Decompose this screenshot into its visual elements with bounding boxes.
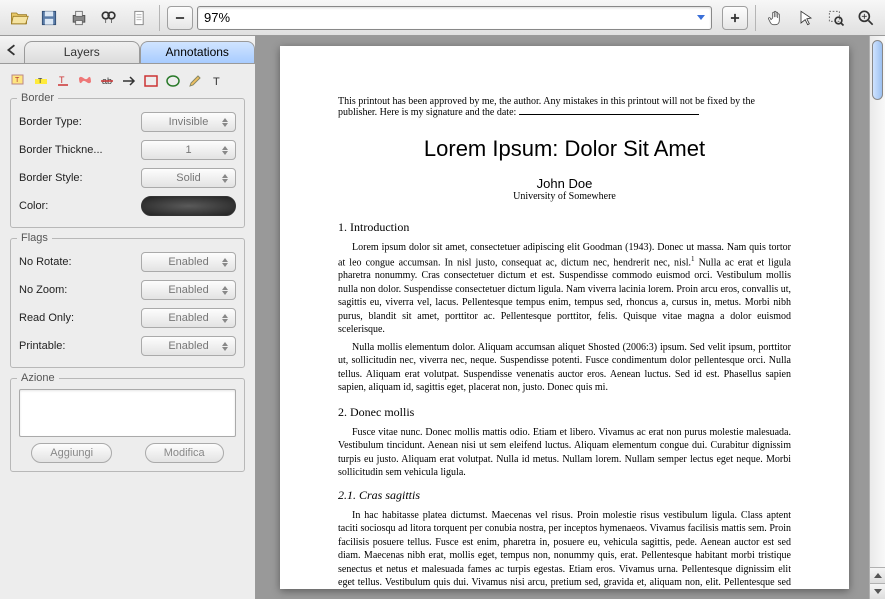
paragraph: Lorem ipsum dolor sit amet, consectetuer… [338,241,791,337]
border-type-select[interactable]: Invisible [141,112,236,132]
pan-tool-button[interactable] [763,5,789,31]
scroll-up-button[interactable] [870,567,885,583]
paragraph: In hac habitasse platea dictumst. Maecen… [338,509,791,589]
no-rotate-label: No Rotate: [19,256,72,268]
doc-title: Lorem Ipsum: Dolor Sit Amet [338,136,791,162]
zoom-combo[interactable]: 97% [197,6,712,30]
printable-select[interactable]: Enabled [141,336,236,356]
pdf-page: This printout has been approved by me, t… [280,46,849,589]
aggiungi-button[interactable]: Aggiungi [31,443,112,463]
no-zoom-label: No Zoom: [19,284,67,296]
strikeout-tool[interactable]: ab [98,72,116,90]
tab-layers[interactable]: Layers [24,41,140,63]
read-only-label: Read Only: [19,312,74,324]
border-thickness-label: Border Thickne... [19,144,103,156]
single-page-button[interactable] [126,5,152,31]
paragraph: Nulla mollis elementum dolor. Aliquam ac… [338,341,791,395]
arrow-tool[interactable] [120,72,138,90]
border-style-label: Border Style: [19,172,83,184]
scroll-down-button[interactable] [870,583,885,599]
azione-textarea[interactable] [19,389,236,437]
flags-group: Flags No Rotate:Enabled No Zoom:Enabled … [10,238,245,368]
border-color-swatch[interactable] [141,196,236,216]
marquee-zoom-button[interactable] [823,5,849,31]
read-only-select[interactable]: Enabled [141,308,236,328]
underline-tool[interactable]: T [54,72,72,90]
tab-annotations[interactable]: Annotations [140,41,256,63]
heading-donec: 2. Donec mollis [338,405,791,420]
free-text-tool[interactable]: T [208,72,226,90]
signature-line [519,114,699,115]
zoom-value: 97% [204,10,230,25]
zoom-in-button[interactable] [722,6,748,30]
highlight-tool[interactable]: T [32,72,50,90]
no-rotate-select[interactable]: Enabled [141,252,236,272]
document-viewport[interactable]: This printout has been approved by me, t… [256,36,885,599]
pencil-tool[interactable] [186,72,204,90]
paragraph: Fusce vitae nunc. Donec mollis mattis od… [338,426,791,480]
svg-text:T: T [38,78,43,85]
sidebar-tabs: Layers Annotations [0,36,255,64]
loupe-button[interactable] [853,5,879,31]
print-button[interactable] [66,5,92,31]
squiggly-tool[interactable] [76,72,94,90]
svg-text:T: T [15,77,20,84]
open-button[interactable] [6,5,32,31]
heading-cras: 2.1. Cras sagittis [338,488,791,503]
printable-label: Printable: [19,340,65,352]
border-thickness-select[interactable]: 1 [141,140,236,160]
heading-intro: 1. Introduction [338,220,791,235]
main-toolbar: 97% [0,0,885,36]
oval-tool[interactable] [164,72,182,90]
border-group: Border Border Type: Invisible Border Thi… [10,98,245,228]
sidebar: Layers Annotations T T T ab T Border Bor… [0,36,256,599]
vertical-scrollbar[interactable] [869,36,885,599]
approval-note: This printout has been approved by me, t… [338,96,791,118]
zoom-out-button[interactable] [167,6,193,30]
svg-text:T: T [59,75,65,85]
border-color-label: Color: [19,200,48,212]
select-tool-button[interactable] [793,5,819,31]
find-button[interactable] [96,5,122,31]
modifica-button[interactable]: Modifica [145,443,224,463]
border-type-label: Border Type: [19,116,82,128]
svg-text:T: T [213,76,220,88]
doc-affiliation: University of Somewhere [338,191,791,202]
document-area: This printout has been approved by me, t… [256,36,885,599]
scrollbar-thumb[interactable] [872,40,883,100]
separator [755,5,756,31]
azione-legend: Azione [17,372,59,384]
text-annotation-tool[interactable]: T [10,72,28,90]
no-zoom-select[interactable]: Enabled [141,280,236,300]
doc-author: John Doe [338,176,791,191]
flags-legend: Flags [17,232,52,244]
border-style-select[interactable]: Solid [141,168,236,188]
separator [159,5,160,31]
zoom-wrap: 97% [197,6,712,30]
save-button[interactable] [36,5,62,31]
tabs-scroll-left[interactable] [0,39,24,61]
dropdown-icon [697,15,705,20]
border-legend: Border [17,92,58,104]
azione-group: Azione Aggiungi Modifica [10,378,245,472]
rectangle-tool[interactable] [142,72,160,90]
